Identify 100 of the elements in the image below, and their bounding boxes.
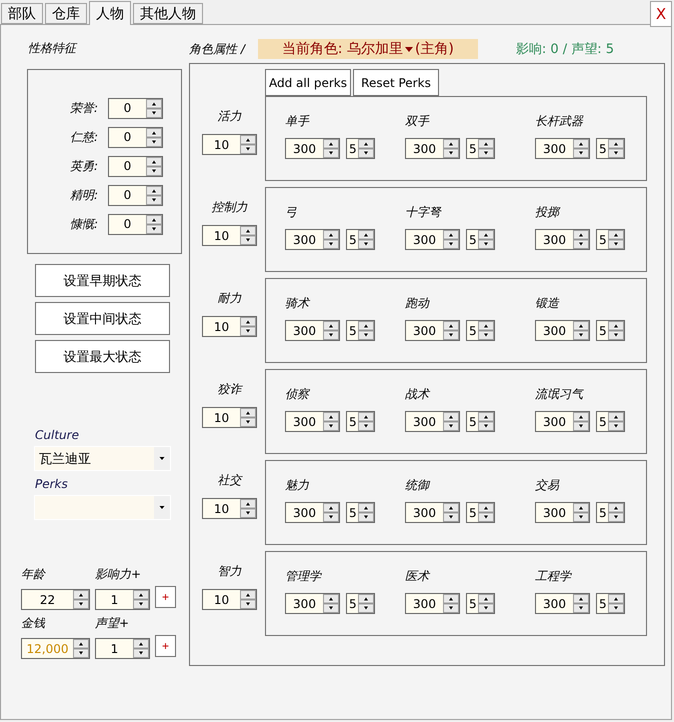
number-field[interactable]: 300 <box>535 502 590 523</box>
number-field[interactable]: 5 <box>466 593 495 614</box>
perk-button[interactable]: Reset Perks <box>353 69 439 96</box>
spin-arrows-icon[interactable] <box>573 412 589 431</box>
number-field[interactable]: 5 <box>596 593 625 614</box>
number-field[interactable]: 5 <box>346 138 375 159</box>
spin-arrows-icon[interactable] <box>573 230 589 249</box>
number-field[interactable]: 300 <box>405 593 460 614</box>
spin-arrows-icon[interactable] <box>443 412 459 431</box>
number-field[interactable]: 5 <box>596 138 625 159</box>
number-field[interactable]: 10 <box>202 589 257 610</box>
number-field[interactable]: 300 <box>285 229 340 250</box>
spin-arrows-icon[interactable] <box>323 230 339 249</box>
number-field[interactable]: 5 <box>596 320 625 341</box>
number-field[interactable]: 5 <box>596 502 625 523</box>
spin-arrows-icon[interactable] <box>443 321 459 340</box>
spin-arrows-icon[interactable] <box>358 230 374 249</box>
tab[interactable]: 其他人物 <box>133 3 203 24</box>
spin-arrows-icon[interactable] <box>478 321 494 340</box>
number-field[interactable]: 0 <box>108 98 163 118</box>
spin-arrows-icon[interactable] <box>608 594 624 613</box>
spin-arrows-icon[interactable] <box>240 317 256 336</box>
number-field[interactable]: 300 <box>405 320 460 341</box>
spin-arrows-icon[interactable] <box>323 503 339 522</box>
number-field[interactable]: 300 <box>285 502 340 523</box>
dropdown-caret-icon[interactable] <box>154 496 170 519</box>
number-field[interactable]: 300 <box>535 138 590 159</box>
spin-arrows-icon[interactable] <box>358 139 374 158</box>
spin-arrows-icon[interactable] <box>443 139 459 158</box>
number-field[interactable]: 0 <box>108 156 163 176</box>
spin-arrows-icon[interactable] <box>358 321 374 340</box>
number-field[interactable]: 300 <box>535 320 590 341</box>
tab[interactable]: 部队 <box>1 3 43 24</box>
spin-arrows-icon[interactable] <box>478 412 494 431</box>
number-field[interactable]: 0 <box>108 214 163 234</box>
spin-arrows-icon[interactable] <box>358 503 374 522</box>
spin-arrows-icon[interactable] <box>608 139 624 158</box>
tab[interactable]: 人物 <box>89 1 131 25</box>
spin-arrows-icon[interactable] <box>478 139 494 158</box>
state-button[interactable]: 设置中间状态 <box>35 302 170 335</box>
number-field[interactable]: 300 <box>285 593 340 614</box>
plus-button[interactable]: + <box>155 635 176 657</box>
spin-arrows-icon[interactable] <box>443 230 459 249</box>
number-field[interactable]: 10 <box>202 316 257 337</box>
spin-arrows-icon[interactable] <box>608 321 624 340</box>
number-field[interactable]: 0 <box>108 184 163 206</box>
spin-arrows-icon[interactable] <box>323 594 339 613</box>
number-field[interactable]: 300 <box>405 502 460 523</box>
spin-arrows-icon[interactable] <box>608 412 624 431</box>
spin-arrows-icon[interactable] <box>240 408 256 427</box>
number-field[interactable]: 5 <box>466 229 495 250</box>
tab[interactable]: 仓库 <box>45 3 87 24</box>
number-field[interactable]: 1 <box>95 589 150 610</box>
spin-arrows-icon[interactable] <box>608 230 624 249</box>
number-field[interactable]: 22 <box>21 589 90 610</box>
number-field[interactable]: 1 <box>95 638 150 659</box>
spin-arrows-icon[interactable] <box>573 321 589 340</box>
perk-button[interactable]: Add all perks <box>265 69 351 96</box>
number-field[interactable]: 5 <box>466 320 495 341</box>
number-field[interactable]: 5 <box>346 320 375 341</box>
dropdown-caret-icon[interactable] <box>154 447 170 470</box>
spin-arrows-icon[interactable] <box>73 639 89 658</box>
number-field[interactable]: 300 <box>405 229 460 250</box>
number-field[interactable]: 300 <box>535 593 590 614</box>
number-field[interactable]: 10 <box>202 225 257 246</box>
plus-button[interactable]: + <box>155 586 176 608</box>
number-field[interactable]: 5 <box>466 411 495 432</box>
number-field[interactable]: 5 <box>596 411 625 432</box>
number-field[interactable]: 10 <box>202 134 257 155</box>
number-field[interactable]: 300 <box>535 411 590 432</box>
state-button[interactable]: 设置最大状态 <box>35 340 170 373</box>
spin-arrows-icon[interactable] <box>608 503 624 522</box>
number-field[interactable]: 10 <box>202 498 257 519</box>
number-field[interactable]: 5 <box>346 502 375 523</box>
spin-arrows-icon[interactable] <box>573 503 589 522</box>
spin-arrows-icon[interactable] <box>573 594 589 613</box>
spin-arrows-icon[interactable] <box>323 412 339 431</box>
number-field[interactable]: 5 <box>346 411 375 432</box>
spin-arrows-icon[interactable] <box>146 98 162 118</box>
number-field[interactable]: 300 <box>535 229 590 250</box>
number-field[interactable]: 5 <box>466 502 495 523</box>
spin-arrows-icon[interactable] <box>240 226 256 245</box>
number-field[interactable]: 10 <box>202 407 257 428</box>
number-field[interactable]: 300 <box>405 138 460 159</box>
spin-arrows-icon[interactable] <box>146 156 162 176</box>
spin-arrows-icon[interactable] <box>323 321 339 340</box>
state-button[interactable]: 设置早期状态 <box>35 264 170 297</box>
number-field[interactable]: 300 <box>285 411 340 432</box>
culture-dropdown[interactable]: 瓦兰迪亚 <box>34 446 171 471</box>
spin-arrows-icon[interactable] <box>240 499 256 518</box>
spin-arrows-icon[interactable] <box>133 639 149 658</box>
number-field[interactable]: 300 <box>405 411 460 432</box>
spin-arrows-icon[interactable] <box>573 139 589 158</box>
number-field[interactable]: 5 <box>346 593 375 614</box>
spin-arrows-icon[interactable] <box>443 503 459 522</box>
spin-arrows-icon[interactable] <box>146 186 162 204</box>
number-field[interactable]: 300 <box>285 138 340 159</box>
spin-arrows-icon[interactable] <box>358 412 374 431</box>
spin-arrows-icon[interactable] <box>240 590 256 609</box>
close-button[interactable]: X <box>650 1 672 27</box>
